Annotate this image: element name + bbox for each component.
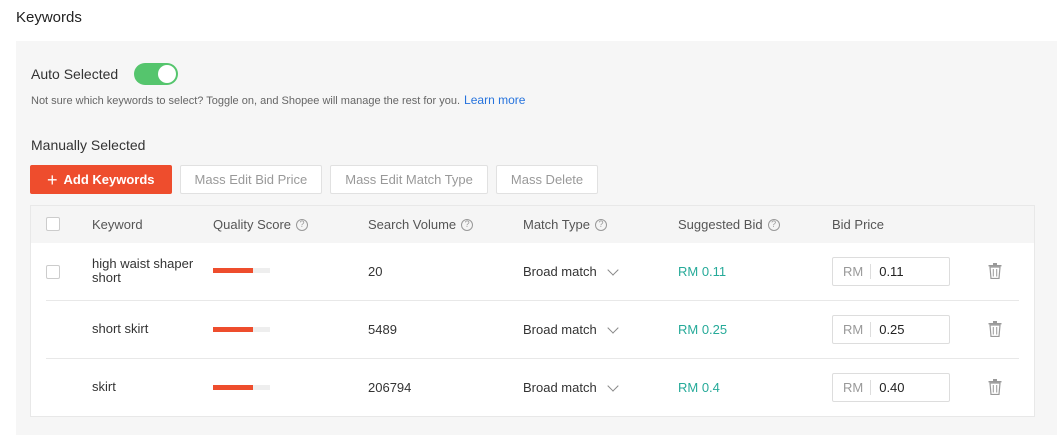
auto-selected-hint: Not sure which keywords to select? Toggl… bbox=[31, 93, 525, 107]
header-keyword: Keyword bbox=[92, 217, 143, 232]
table-header: Keyword Quality Score? Search Volume? Ma… bbox=[31, 206, 1034, 243]
quality-score-bar bbox=[213, 327, 270, 332]
keyword-text: skirt bbox=[92, 379, 116, 394]
mass-delete-button[interactable]: Mass Delete bbox=[495, 165, 599, 194]
quality-score-bar bbox=[213, 268, 270, 273]
keyword-actions: + Add Keywords Mass Edit Bid Price Mass … bbox=[30, 165, 599, 194]
keyword-text: short skirt bbox=[92, 321, 149, 336]
question-circle-icon[interactable]: ? bbox=[767, 218, 780, 231]
match-type-value: Broad match bbox=[523, 380, 597, 395]
bid-price-input[interactable]: RM 0.25 bbox=[832, 315, 950, 344]
match-type-value: Broad match bbox=[523, 264, 597, 279]
match-type-dropdown[interactable]: Broad match bbox=[523, 379, 619, 395]
mass-edit-match-type-button[interactable]: Mass Edit Match Type bbox=[330, 165, 488, 194]
suggested-bid: RM 0.25 bbox=[678, 322, 728, 337]
keywords-panel: Auto Selected Not sure which keywords to… bbox=[16, 41, 1057, 435]
question-circle-icon[interactable]: ? bbox=[296, 218, 309, 231]
header-search-volume: Search Volume? bbox=[368, 217, 474, 232]
trash-icon[interactable] bbox=[988, 379, 1002, 395]
chevron-down-icon bbox=[607, 321, 619, 334]
search-volume: 5489 bbox=[368, 322, 397, 337]
bid-price-input[interactable]: RM 0.40 bbox=[832, 373, 950, 402]
quality-score-fill bbox=[213, 268, 253, 273]
quality-score-bar bbox=[213, 385, 270, 390]
currency-prefix: RM bbox=[833, 264, 872, 279]
chevron-down-icon bbox=[607, 263, 619, 276]
select-all-checkbox[interactable] bbox=[46, 217, 60, 231]
header-match-label: Match Type bbox=[523, 217, 590, 232]
header-bid-price: Bid Price bbox=[832, 217, 884, 232]
suggested-bid: RM 0.11 bbox=[678, 264, 727, 279]
bid-price-value[interactable]: 0.11 bbox=[871, 264, 903, 279]
question-circle-icon[interactable]: ? bbox=[461, 218, 474, 231]
header-keyword-label: Keyword bbox=[92, 217, 143, 232]
keywords-table: Keyword Quality Score? Search Volume? Ma… bbox=[30, 205, 1035, 417]
auto-selected-row: Auto Selected bbox=[31, 63, 179, 85]
hint-text: Not sure which keywords to select? Toggl… bbox=[31, 95, 461, 107]
toggle-knob bbox=[158, 65, 177, 83]
search-volume: 20 bbox=[368, 264, 383, 279]
match-type-value: Broad match bbox=[523, 322, 597, 337]
bid-price-value[interactable]: 0.40 bbox=[871, 380, 904, 395]
bid-price-value[interactable]: 0.25 bbox=[871, 322, 904, 337]
header-quality-score: Quality Score? bbox=[213, 217, 309, 232]
chevron-down-icon bbox=[607, 379, 619, 392]
header-suggested-bid: Suggested Bid? bbox=[678, 217, 780, 232]
match-type-dropdown[interactable]: Broad match bbox=[523, 321, 619, 337]
header-bid-label: Bid Price bbox=[832, 217, 885, 232]
table-row: high waist shaper short 20 Broad match R… bbox=[31, 243, 1034, 301]
quality-score-fill bbox=[213, 385, 253, 390]
table-row: short skirt 5489 Broad match RM 0.25 RM 0… bbox=[31, 301, 1034, 359]
search-volume: 206794 bbox=[368, 380, 412, 395]
trash-icon[interactable] bbox=[988, 321, 1002, 337]
header-suggested-label: Suggested Bid bbox=[678, 217, 763, 232]
plus-icon: + bbox=[47, 169, 58, 190]
trash-icon[interactable] bbox=[988, 263, 1002, 279]
manually-selected-title: Manually Selected bbox=[31, 137, 146, 153]
add-keywords-button[interactable]: + Add Keywords bbox=[30, 165, 172, 194]
page-title: Keywords bbox=[16, 9, 82, 26]
bid-price-input[interactable]: RM 0.11 bbox=[832, 257, 950, 286]
suggested-bid: RM 0.4 bbox=[678, 380, 720, 395]
row-checkbox[interactable] bbox=[46, 265, 60, 279]
question-circle-icon[interactable]: ? bbox=[594, 218, 607, 231]
table-row: skirt 206794 Broad match RM 0.4 RM 0.40 bbox=[31, 359, 1034, 417]
auto-selected-toggle[interactable] bbox=[134, 63, 179, 85]
match-type-dropdown[interactable]: Broad match bbox=[523, 263, 619, 279]
header-quality-label: Quality Score bbox=[213, 217, 292, 232]
add-keywords-label: Add Keywords bbox=[63, 172, 155, 187]
keyword-text: high waist shaper short bbox=[92, 256, 194, 285]
mass-edit-bid-price-button[interactable]: Mass Edit Bid Price bbox=[179, 165, 323, 194]
learn-more-link[interactable]: Learn more bbox=[464, 93, 525, 107]
header-volume-label: Search Volume bbox=[368, 217, 457, 232]
currency-prefix: RM bbox=[833, 380, 872, 395]
currency-prefix: RM bbox=[833, 322, 872, 337]
auto-selected-label: Auto Selected bbox=[31, 66, 119, 82]
quality-score-fill bbox=[213, 327, 253, 332]
header-match-type: Match Type? bbox=[523, 217, 607, 232]
